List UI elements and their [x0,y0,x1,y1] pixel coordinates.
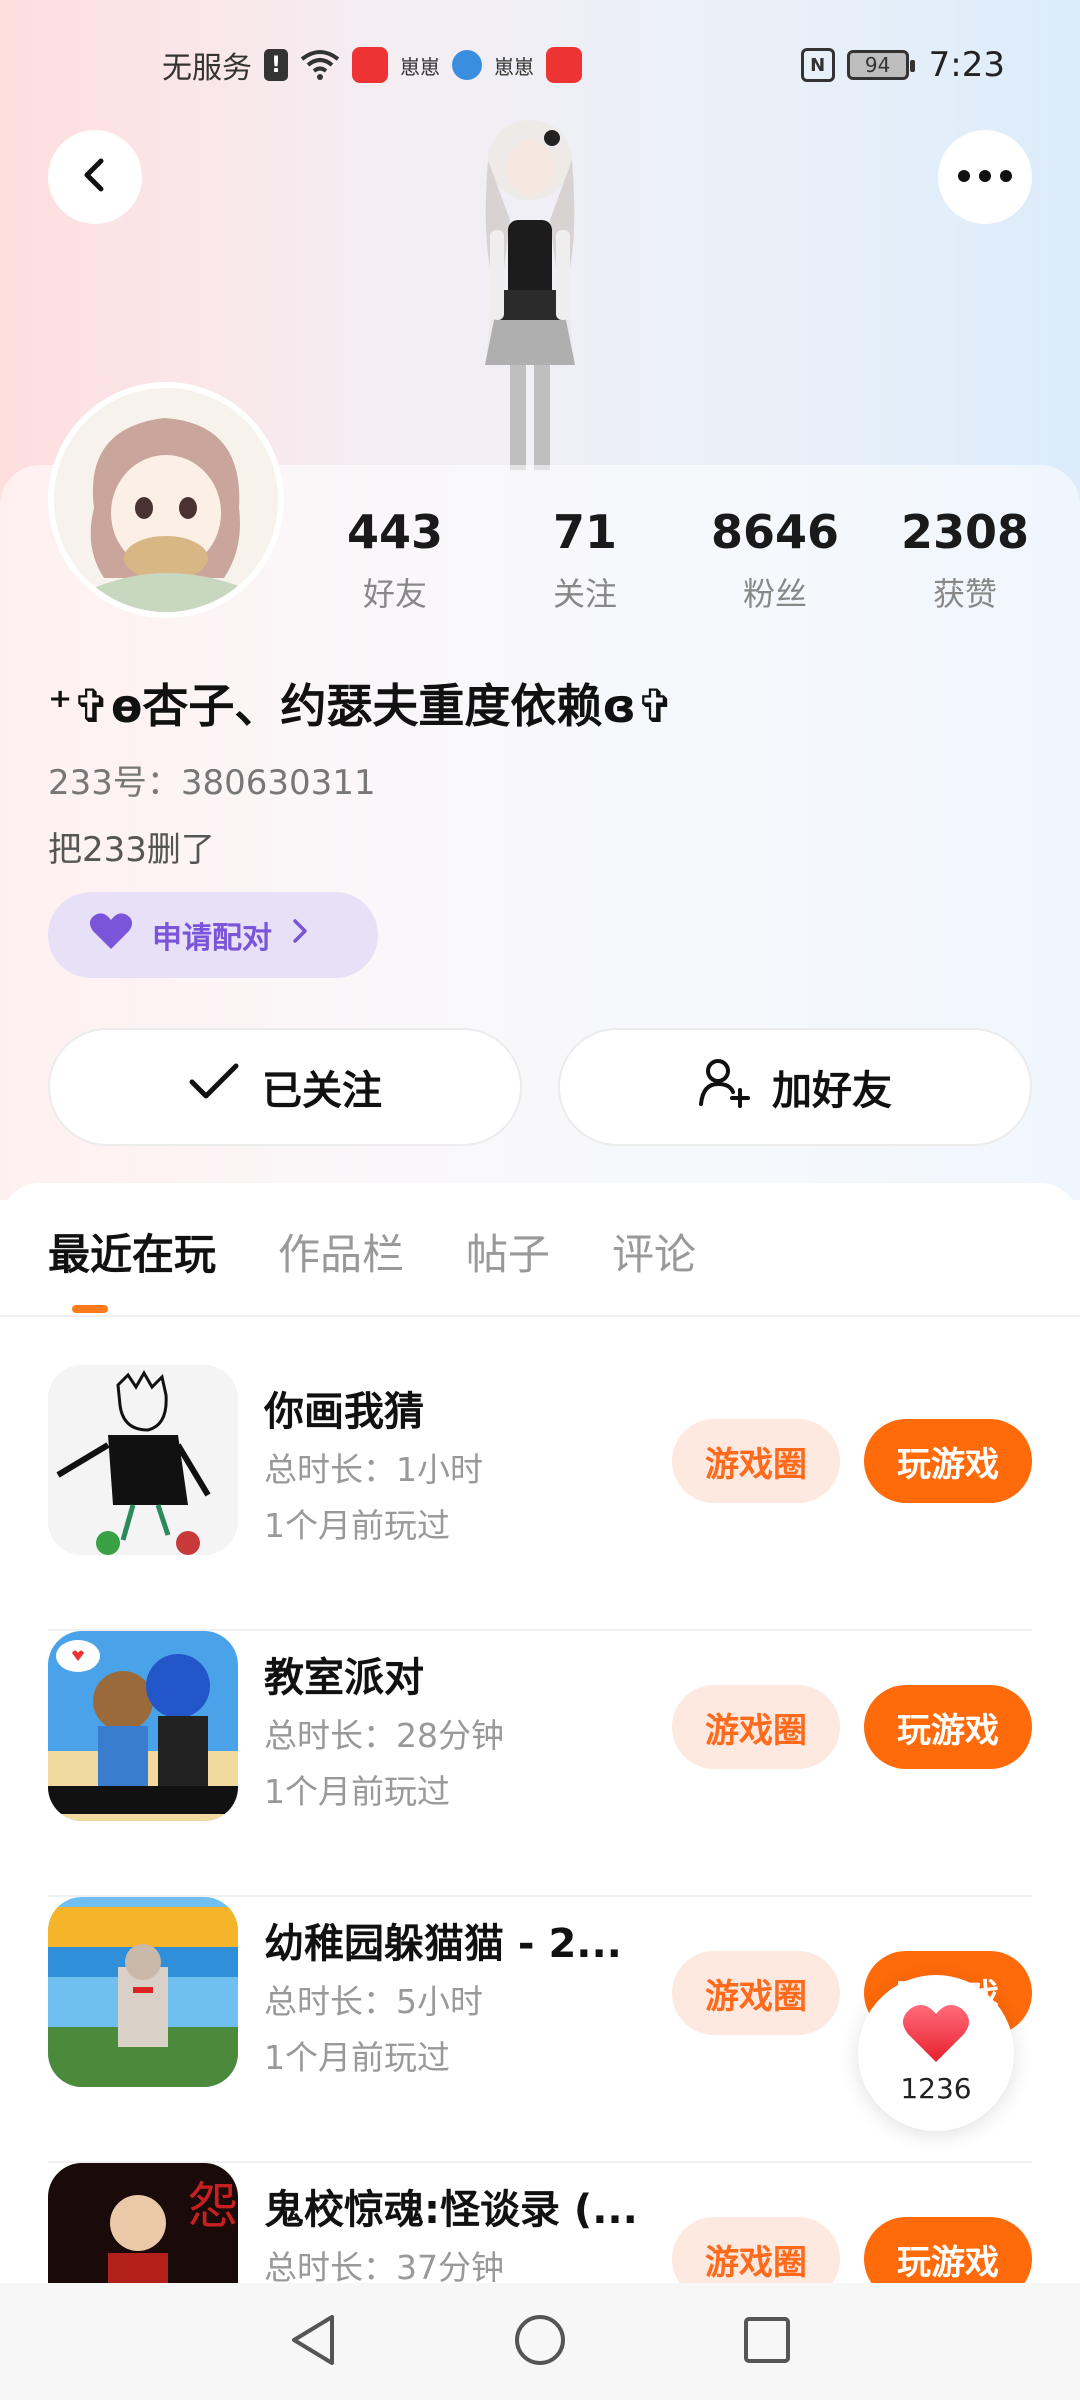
game-thumbnail[interactable] [48,1897,238,2087]
clock-time: 7:23 [928,45,1005,85]
app-label: 崽崽 [400,54,440,79]
game-title: 鬼校惊魂:怪谈录 (... [264,2187,638,2233]
more-options-button[interactable] [938,130,1032,224]
stat-label: 粉丝 [742,575,807,613]
followed-button[interactable]: 已关注 [48,1028,522,1146]
browser-icon [452,50,482,80]
pair-label: 申请配对 [152,921,272,956]
request-pair-button[interactable]: 申请配对 [48,892,378,978]
nav-home-button[interactable] [510,2312,570,2372]
user-id[interactable]: 233号：380630311 [48,755,376,804]
battery-icon: 94 [846,50,915,80]
stat-value: 71 [552,505,617,559]
stat-value: 8646 [710,505,840,559]
app-label: 崽崽 [494,54,534,79]
circle-home-icon [513,2313,567,2371]
stat-following[interactable]: 71 关注 [490,505,680,615]
chevron-left-icon [75,155,115,199]
carrier-text: 无服务 [162,51,252,86]
user-avatar[interactable] [48,382,284,618]
stat-likes[interactable]: 2308 获赞 [870,505,1060,615]
game-thumbnail[interactable] [48,1631,238,1821]
list-item[interactable]: 教室派对 总时长：28分钟 1个月前玩过 游戏圈 玩游戏 [48,1631,1032,1897]
wifi-icon [300,49,340,81]
sim-alert-icon: ! [264,49,288,81]
nfc-icon: N [800,48,835,82]
avatar-character-figure[interactable] [430,120,630,470]
check-icon [188,1062,240,1112]
game-title: 幼稚园躲猫猫 - 2... [264,1921,622,1967]
game-last-played: 1个月前玩过 [264,1772,450,1811]
tab-recently-played[interactable]: 最近在玩 [48,1221,216,1282]
game-duration: 总时长：37分钟 [264,2248,504,2287]
play-game-button[interactable]: 玩游戏 [864,1419,1032,1503]
nav-back-button[interactable] [283,2312,343,2372]
like-count: 1236 [900,2071,972,2105]
list-item[interactable]: 你画我猜 总时长：1小时 1个月前玩过 游戏圈 玩游戏 [48,1365,1032,1631]
game-duration: 总时长：28分钟 [264,1716,504,1755]
followed-label: 已关注 [262,1068,382,1114]
game-title: 你画我猜 [264,1389,424,1435]
play-game-button[interactable]: 玩游戏 [864,1685,1032,1769]
game-circle-button[interactable]: 游戏圈 [672,1951,840,2035]
profile-stats: 443 好友 71 关注 8646 粉丝 2308 获赞 [300,505,1060,615]
heart-icon [901,2002,971,2068]
game-last-played: 1个月前玩过 [264,1506,450,1545]
system-nav-bar [0,2283,1080,2400]
app-store-icon [352,47,388,83]
game-title: 教室派对 [264,1655,424,1701]
tab-works[interactable]: 作品栏 [278,1221,404,1282]
add-friend-button[interactable]: 加好友 [558,1028,1032,1146]
app-store-icon [546,47,582,83]
game-circle-button[interactable]: 游戏圈 [672,1685,840,1769]
tab-comments[interactable]: 评论 [612,1221,696,1282]
user-nickname: ⁺✞ɵ杏子、约瑟夫重度依赖ɞ✞ [48,679,675,733]
svg-text:怨: 怨 [188,2177,238,2235]
tabs-divider [0,1315,1080,1317]
stat-label: 好友 [362,575,427,613]
stat-fans[interactable]: 8646 粉丝 [680,505,870,615]
active-tab-indicator [72,1305,108,1313]
stat-value: 2308 [900,505,1030,559]
tab-posts[interactable]: 帖子 [466,1221,550,1282]
status-bar: 无服务 ! 崽崽 崽崽 N 94 7:23 [0,0,1080,130]
stat-label: 关注 [552,575,617,613]
game-last-played: 1个月前玩过 [264,2038,450,2077]
status-right: N 94 7:23 [800,45,1005,85]
battery-level: 94 [864,53,891,77]
stat-value: 443 [346,505,444,559]
stat-label: 获赞 [932,575,997,613]
user-bio: 把233删了 [48,830,215,870]
status-left: 无服务 ! 崽崽 崽崽 [162,43,582,87]
game-circle-button[interactable]: 游戏圈 [672,1419,840,1503]
game-duration: 总时长：1小时 [264,1450,483,1489]
back-button[interactable] [48,130,142,224]
square-recents-icon [742,2315,792,2369]
nav-recents-button[interactable] [737,2312,797,2372]
chevron-right-icon [290,917,310,953]
add-user-icon [698,1056,750,1118]
game-thumbnail[interactable] [48,1365,238,1555]
heart-icon [88,911,134,959]
stat-friends[interactable]: 443 好友 [300,505,490,615]
game-duration: 总时长：5小时 [264,1982,483,2021]
profile-tabs: 最近在玩 作品栏 帖子 评论 [48,1221,696,1282]
like-floating-button[interactable]: 1236 [858,1975,1014,2131]
more-horizontal-icon [957,168,1013,187]
add-friend-label: 加好友 [772,1068,892,1114]
triangle-back-icon [288,2313,338,2371]
